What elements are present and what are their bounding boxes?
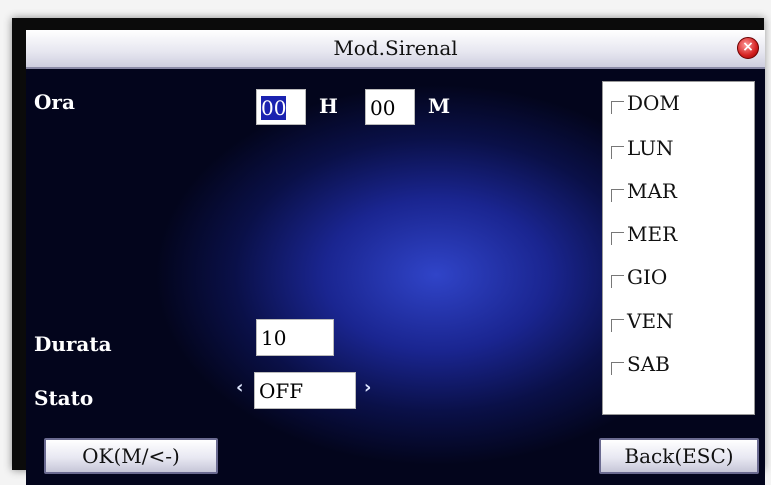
day-item-gio[interactable]: GIO (611, 263, 667, 291)
day-item-dom[interactable]: DOM (611, 89, 680, 117)
day-item-ven[interactable]: VEN (611, 307, 674, 335)
day-label: SAB (627, 352, 670, 376)
duration-input[interactable]: 10 (256, 319, 334, 356)
hours-value: 00 (261, 96, 287, 120)
back-button[interactable]: Back(ESC) (599, 438, 759, 474)
screen: Mod.Sirenal × Ora 00 H 00 M Durata 10 St… (26, 30, 765, 485)
checkbox-icon[interactable] (611, 274, 624, 288)
hours-unit: H (319, 94, 338, 118)
day-label: VEN (627, 309, 674, 333)
close-icon[interactable]: × (737, 37, 759, 59)
status-prev-arrow[interactable]: ‹ (236, 377, 243, 398)
day-item-sab[interactable]: SAB (611, 350, 670, 378)
checkbox-icon[interactable] (611, 361, 624, 375)
title-bar: Mod.Sirenal × (26, 30, 765, 69)
day-label: DOM (627, 91, 680, 115)
minutes-input[interactable]: 00 (365, 89, 415, 125)
day-label: GIO (627, 265, 668, 289)
ok-button[interactable]: OK(M/<-) (44, 438, 218, 474)
checkbox-icon[interactable] (611, 145, 624, 159)
hours-input[interactable]: 00 (256, 89, 306, 125)
device-frame: Mod.Sirenal × Ora 00 H 00 M Durata 10 St… (12, 18, 765, 485)
duration-label: Durata (34, 332, 112, 356)
checkbox-icon[interactable] (611, 188, 624, 202)
checkbox-icon[interactable] (611, 231, 624, 245)
window-title: Mod.Sirenal (333, 36, 458, 60)
time-label: Ora (34, 90, 75, 114)
minutes-unit: M (428, 94, 451, 118)
day-item-lun[interactable]: LUN (611, 134, 674, 162)
status-next-arrow[interactable]: › (364, 377, 371, 398)
weekday-list: DOM LUN MAR MER GIO VEN SAB (602, 81, 755, 415)
day-item-mar[interactable]: MAR (611, 177, 677, 205)
day-label: MAR (627, 179, 677, 203)
status-select[interactable]: OFF (254, 372, 356, 409)
day-label: MER (627, 222, 678, 246)
day-item-mer[interactable]: MER (611, 220, 677, 248)
checkbox-icon[interactable] (611, 100, 624, 114)
day-label: LUN (627, 136, 674, 160)
status-label: Stato (34, 386, 94, 410)
checkbox-icon[interactable] (611, 318, 624, 332)
